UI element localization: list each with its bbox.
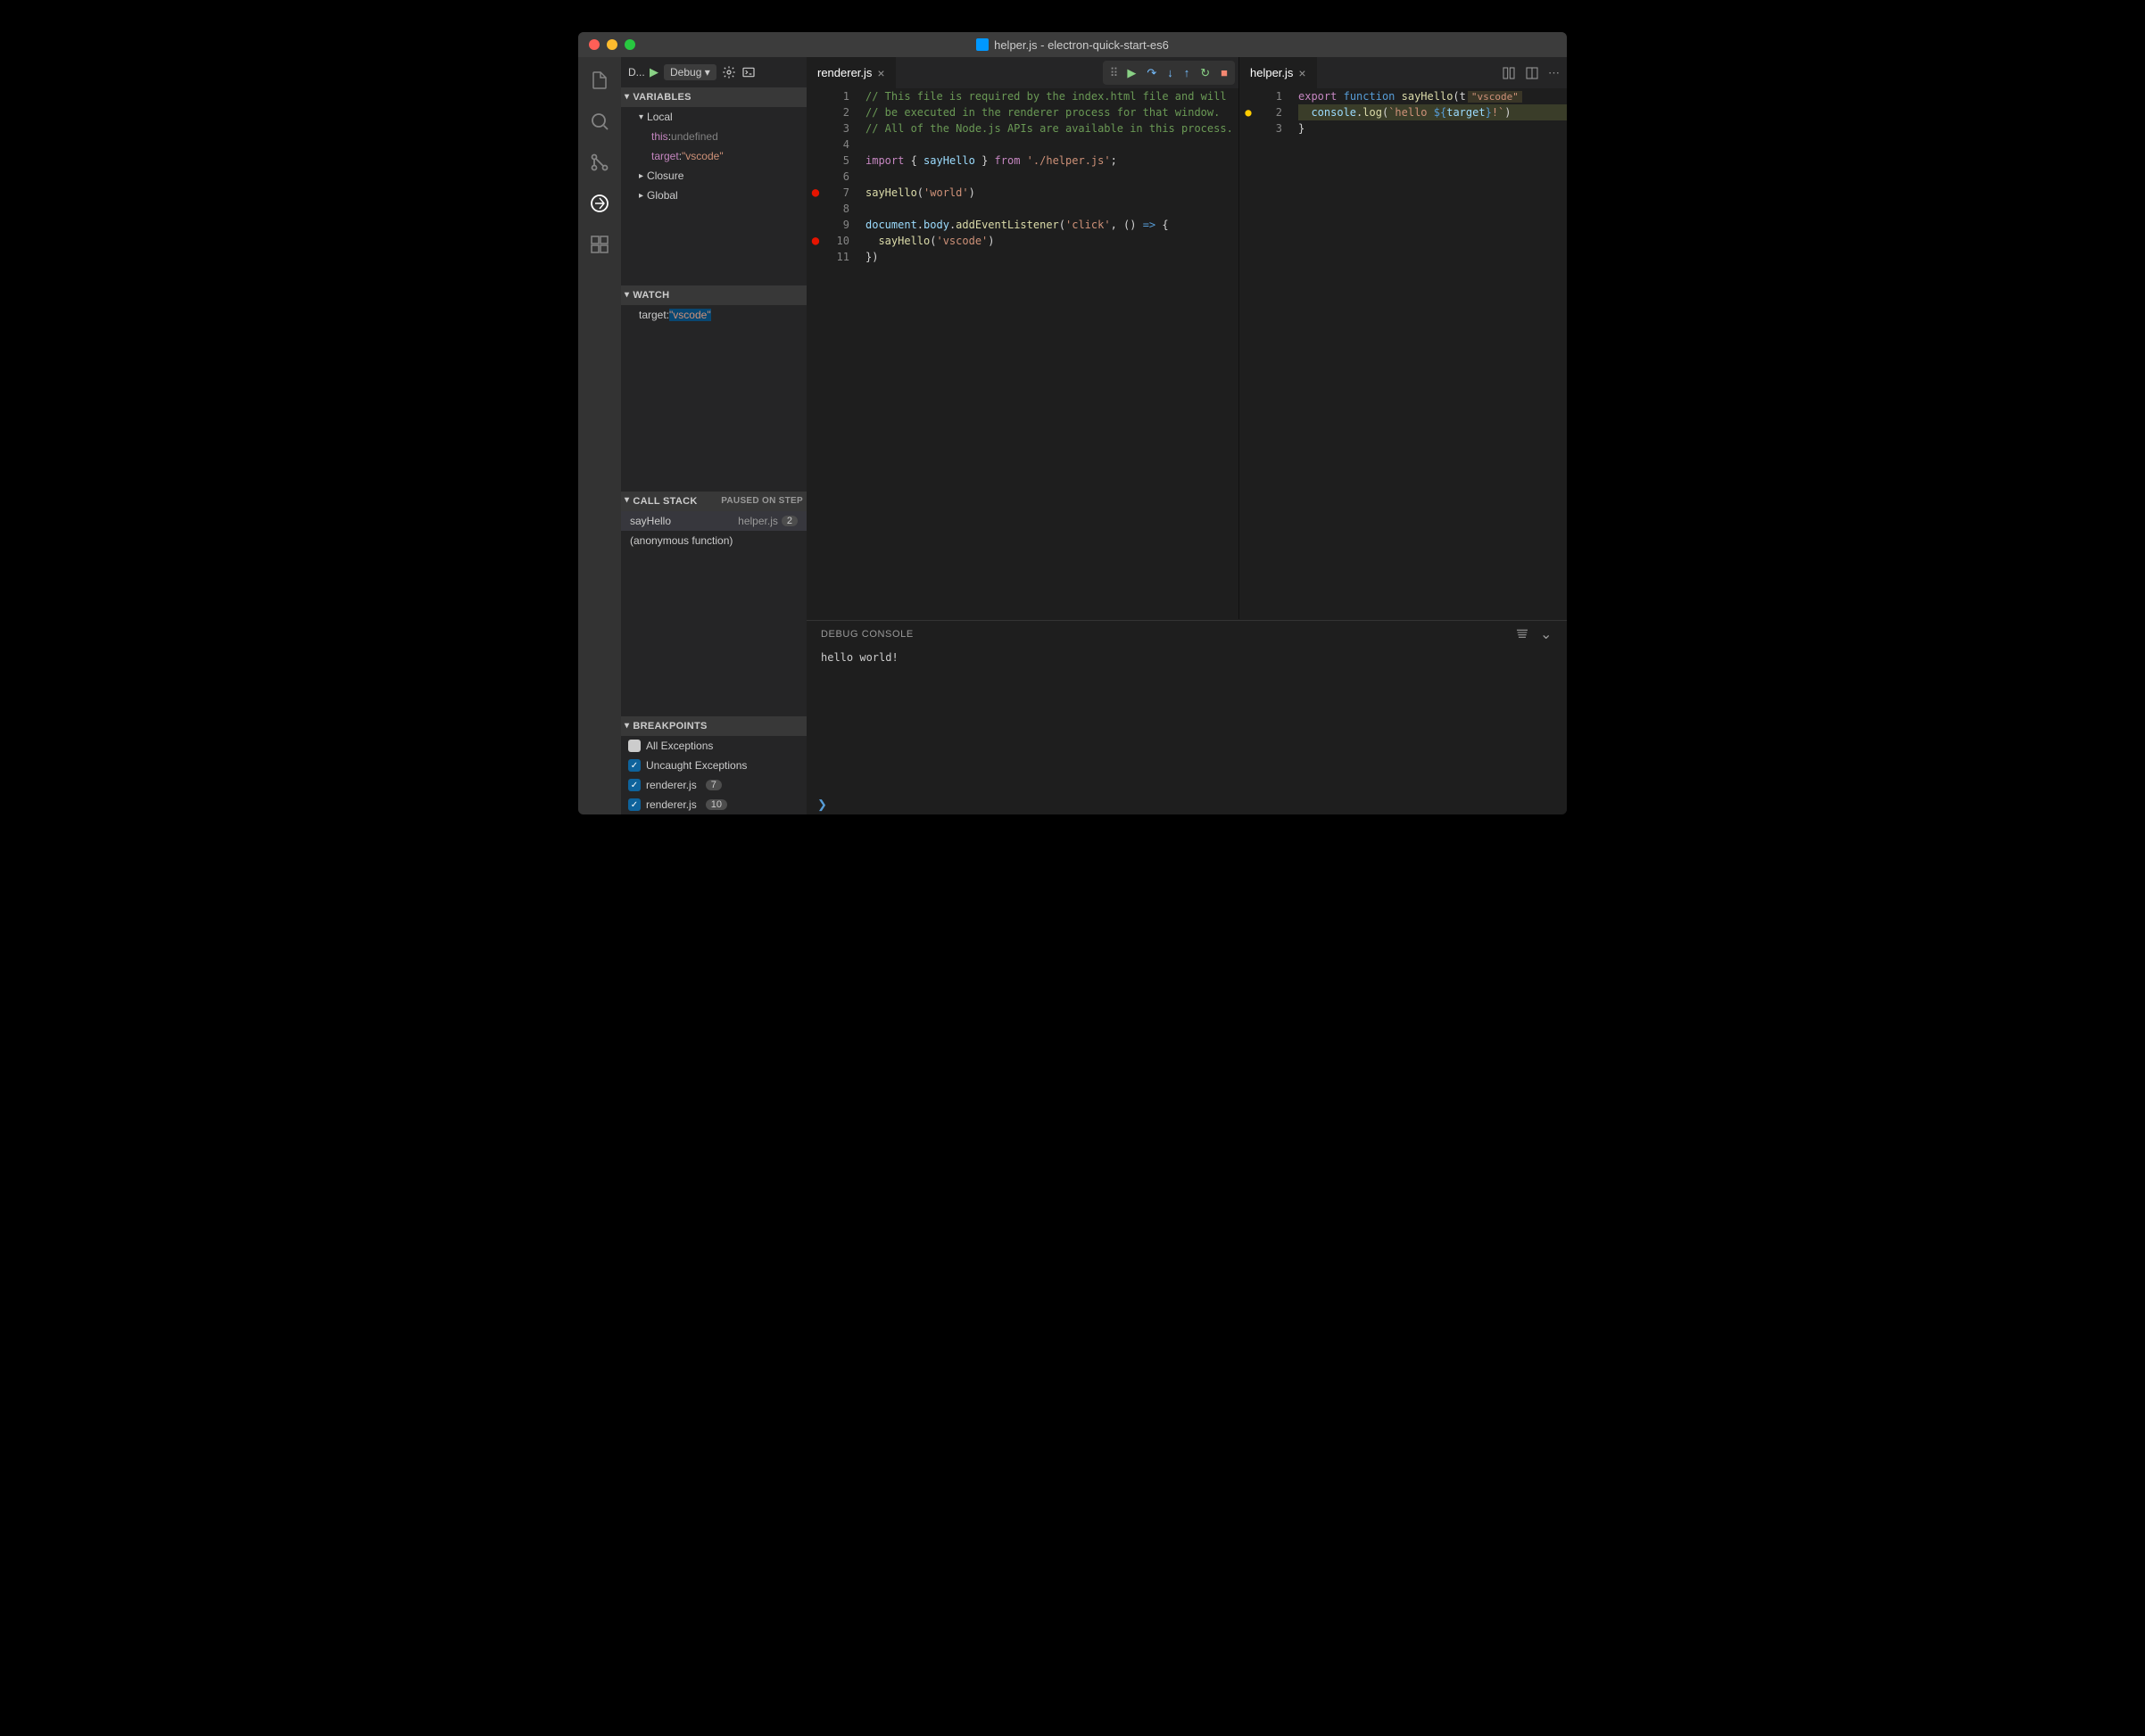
breakpoints-section-header[interactable]: ▾BREAKPOINTS xyxy=(621,716,807,736)
stop-icon[interactable]: ■ xyxy=(1221,66,1228,79)
breakpoint-row[interactable]: ✓Uncaught Exceptions xyxy=(621,756,807,775)
more-actions-icon[interactable]: ⋯ xyxy=(1548,66,1560,80)
restart-icon[interactable]: ↻ xyxy=(1200,66,1210,80)
editor-area: renderer.js × ⠿ ▶ ↷ ↓ ↑ ↻ ■ ●● 12 xyxy=(807,57,1567,814)
tab-label: renderer.js xyxy=(817,66,872,79)
debug-console-output[interactable]: hello world! xyxy=(807,648,1567,795)
drag-handle-icon[interactable]: ⠿ xyxy=(1110,66,1117,80)
vscode-window: helper.js - electron-quick-start-es6 D..… xyxy=(578,32,1567,814)
activity-bar xyxy=(578,57,621,814)
tab-close-icon[interactable]: × xyxy=(1298,66,1305,80)
window-title-text: helper.js - electron-quick-start-es6 xyxy=(994,38,1169,52)
debug-console-panel: DEBUG CONSOLE ⌄ hello world! ❯ xyxy=(807,620,1567,814)
variable-row[interactable]: this: undefined xyxy=(621,127,807,146)
watch-row[interactable]: target: "vscode" xyxy=(621,305,807,325)
checkbox[interactable]: ✓ xyxy=(628,759,641,772)
editor-actions: ⋯ xyxy=(1495,57,1567,88)
chevron-down-icon[interactable]: ⌄ xyxy=(1540,625,1553,643)
scope-global[interactable]: ▸Global xyxy=(621,186,807,205)
compare-icon[interactable] xyxy=(1502,66,1516,80)
main-area: D... ▶ Debug ▾ ▾VARIABLES ▾Local this: u… xyxy=(578,57,1567,814)
tab-renderer-js[interactable]: renderer.js × xyxy=(807,57,897,88)
explorer-icon[interactable] xyxy=(587,68,612,93)
vscode-icon xyxy=(976,38,989,51)
watch-section-header[interactable]: ▾WATCH xyxy=(621,285,807,305)
tab-label: helper.js xyxy=(1250,66,1293,79)
title-bar[interactable]: helper.js - electron-quick-start-es6 xyxy=(578,32,1567,57)
traffic-lights xyxy=(589,39,635,50)
console-line: hello world! xyxy=(821,651,1553,664)
debug-side-panel: D... ▶ Debug ▾ ▾VARIABLES ▾Local this: u… xyxy=(621,57,807,814)
maximize-window-button[interactable] xyxy=(625,39,635,50)
start-debug-button[interactable]: ▶ xyxy=(650,65,658,79)
tab-bar-right: helper.js × ⋯ xyxy=(1239,57,1567,88)
continue-icon[interactable]: ▶ xyxy=(1127,66,1136,80)
breakpoint-row[interactable]: ✓renderer.js10 xyxy=(621,795,807,814)
debug-console-toggle-icon[interactable] xyxy=(741,65,756,79)
debug-console-header: DEBUG CONSOLE ⌄ xyxy=(807,621,1567,648)
console-prompt-icon: ❯ xyxy=(817,798,827,812)
editor-group-left: renderer.js × ⠿ ▶ ↷ ↓ ↑ ↻ ■ ●● 12 xyxy=(807,57,1238,619)
debug-settings-icon[interactable] xyxy=(722,65,736,79)
callstack-section: sayHellohelper.js2(anonymous function) xyxy=(621,511,807,550)
debug-floating-toolbar[interactable]: ⠿ ▶ ↷ ↓ ↑ ↻ ■ xyxy=(1103,61,1235,85)
close-window-button[interactable] xyxy=(589,39,600,50)
callstack-frame[interactable]: (anonymous function) xyxy=(621,531,807,550)
callstack-status: PAUSED ON STEP xyxy=(721,496,803,506)
tab-close-icon[interactable]: × xyxy=(877,66,884,80)
debug-config-selector[interactable]: Debug ▾ xyxy=(664,64,716,80)
callstack-section-header[interactable]: ▾CALL STACKPAUSED ON STEP xyxy=(621,492,807,511)
variables-section-header[interactable]: ▾VARIABLES xyxy=(621,87,807,107)
code-editor-right[interactable]: ● 123 export function sayHello(t"vscode"… xyxy=(1239,88,1567,619)
window-title: helper.js - electron-quick-start-es6 xyxy=(976,38,1169,52)
tab-helper-js[interactable]: helper.js × xyxy=(1239,57,1318,88)
minimize-window-button[interactable] xyxy=(607,39,617,50)
search-icon[interactable] xyxy=(587,109,612,134)
debug-console-title: DEBUG CONSOLE xyxy=(821,629,914,640)
scope-closure[interactable]: ▸Closure xyxy=(621,166,807,186)
checkbox[interactable] xyxy=(628,740,641,752)
step-out-icon[interactable]: ↑ xyxy=(1184,66,1190,79)
debug-icon[interactable] xyxy=(587,191,612,216)
debug-config-toolbar: D... ▶ Debug ▾ xyxy=(621,57,807,87)
scm-icon[interactable] xyxy=(587,150,612,175)
variables-section: ▾Local this: undefinedtarget: "vscode" ▸… xyxy=(621,107,807,205)
debug-console-input[interactable]: ❯ xyxy=(807,795,1567,814)
breakpoints-section: All Exceptions✓Uncaught Exceptions✓rende… xyxy=(621,736,807,814)
breakpoint-row[interactable]: ✓renderer.js7 xyxy=(621,775,807,795)
variable-row[interactable]: target: "vscode" xyxy=(621,146,807,166)
scope-local[interactable]: ▾Local xyxy=(621,107,807,127)
split-editor-icon[interactable] xyxy=(1525,66,1539,80)
checkbox[interactable]: ✓ xyxy=(628,779,641,791)
checkbox[interactable]: ✓ xyxy=(628,798,641,811)
editor-group-right: helper.js × ⋯ ● 123 export function sayH… xyxy=(1238,57,1567,619)
tab-bar-left: renderer.js × ⠿ ▶ ↷ ↓ ↑ ↻ ■ xyxy=(807,57,1238,88)
extensions-icon[interactable] xyxy=(587,232,612,257)
callstack-frame[interactable]: sayHellohelper.js2 xyxy=(621,511,807,531)
clear-console-icon[interactable] xyxy=(1515,625,1529,643)
debug-view-title: D... xyxy=(628,66,644,79)
step-over-icon[interactable]: ↷ xyxy=(1147,66,1156,80)
breakpoint-row[interactable]: All Exceptions xyxy=(621,736,807,756)
watch-section: target: "vscode" xyxy=(621,305,807,325)
step-into-icon[interactable]: ↓ xyxy=(1167,66,1173,79)
code-editor-left[interactable]: ●● 1234567891011 // This file is require… xyxy=(807,88,1238,619)
